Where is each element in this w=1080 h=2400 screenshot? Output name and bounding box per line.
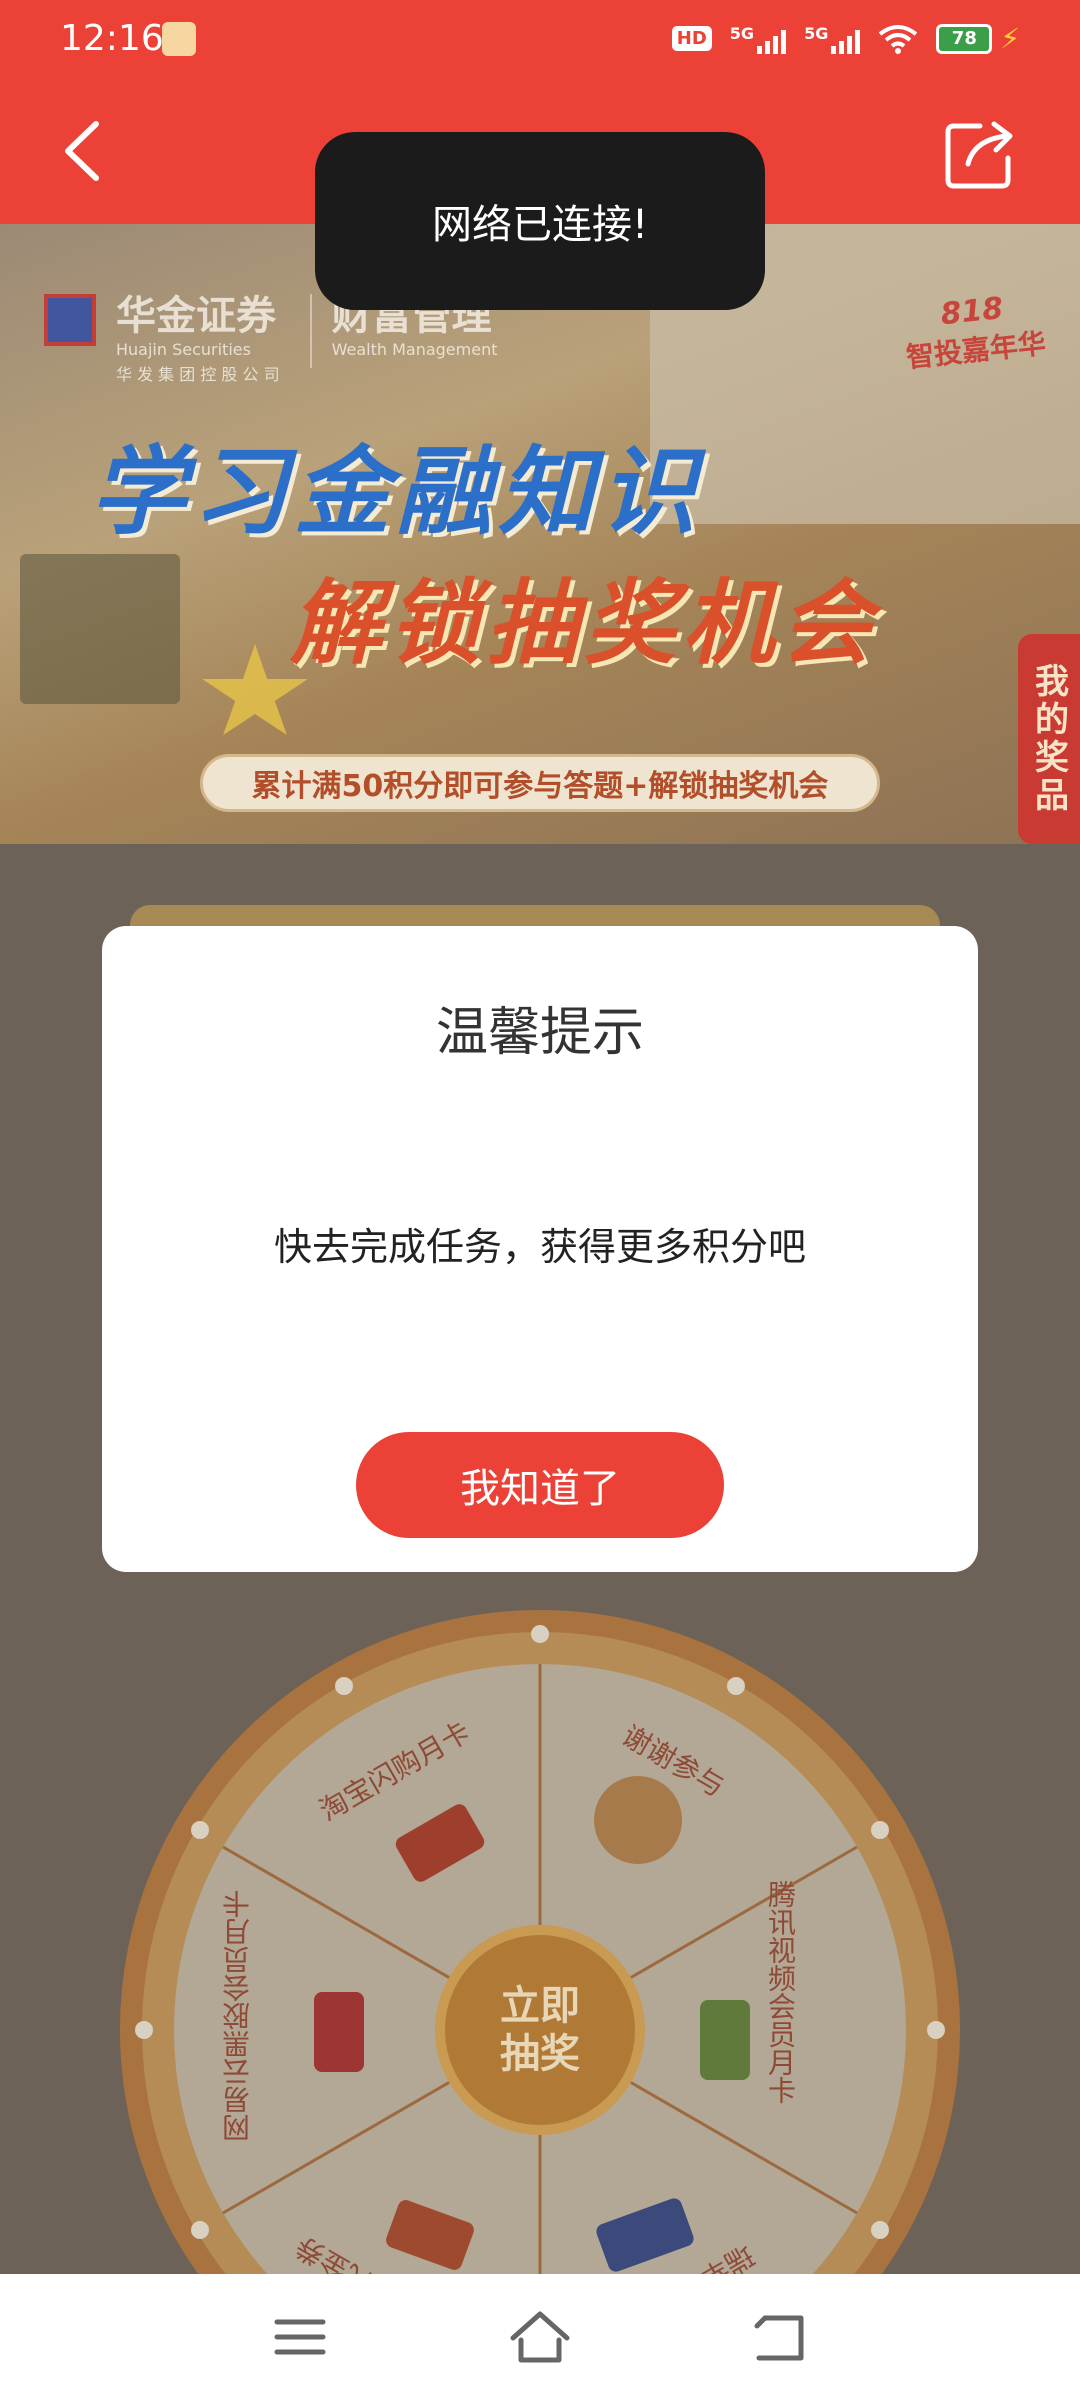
acknowledge-button[interactable]: 我知道了 bbox=[356, 1432, 724, 1538]
battery-level: 78 bbox=[936, 23, 993, 54]
prize-label: 网易云黑胶会员月卡 bbox=[221, 1890, 254, 2142]
network-toast: 网络已连接! bbox=[315, 132, 765, 310]
event-tag: 818 智投嘉年华 bbox=[904, 290, 1048, 375]
hd-voice-icon: HD bbox=[671, 26, 712, 51]
my-prizes-tab[interactable]: 我的奖品 bbox=[1018, 634, 1080, 844]
system-nav-bar bbox=[0, 2274, 1080, 2400]
battery-icon: 78 ⚡ bbox=[936, 22, 1020, 55]
status-bar: 12:16 HD 5G 5G 78 ⚡ bbox=[0, 0, 1080, 80]
home-icon[interactable] bbox=[505, 2304, 575, 2370]
share-icon[interactable] bbox=[940, 114, 1020, 194]
banner-board-illustration bbox=[20, 554, 180, 704]
wifi-icon bbox=[879, 24, 918, 54]
back-nav-icon[interactable] bbox=[745, 2304, 815, 2370]
menu-icon[interactable] bbox=[265, 2304, 335, 2370]
thanks-prize-icon bbox=[594, 1776, 682, 1864]
notification-app-icon bbox=[162, 22, 196, 56]
banner-subline: 累计满50积分即可参与答题+解锁抽奖机会 bbox=[200, 754, 880, 812]
signal-icon-sim1: 5G bbox=[730, 24, 787, 54]
tencent-prize-icon bbox=[700, 2000, 750, 2080]
charging-icon: ⚡ bbox=[1000, 22, 1020, 55]
tip-dialog: 温馨提示 快去完成任务，获得更多积分吧 我知道了 bbox=[102, 926, 978, 1572]
back-arrow-icon[interactable] bbox=[50, 116, 120, 186]
dialog-title: 温馨提示 bbox=[435, 1003, 644, 1063]
spin-button[interactable]: 立即 抽奖 bbox=[435, 1925, 645, 2135]
dialog-message: 快去完成任务，获得更多积分吧 bbox=[273, 1225, 806, 1269]
prize-label: 腾讯视频会员月卡 bbox=[764, 1880, 797, 2104]
status-time: 12:16 bbox=[60, 18, 164, 59]
headline-learn: 学习金融知识 bbox=[90, 436, 702, 548]
status-icons: HD 5G 5G 78 ⚡ bbox=[671, 22, 1020, 55]
brand-logo-icon bbox=[44, 294, 96, 346]
campaign-banner: 华金证券 Huajin Securities 华 发 集 团 控 股 公 司 财… bbox=[0, 224, 1080, 844]
netease-prize-icon bbox=[314, 1992, 364, 2072]
headline-unlock: 解锁抽奖机会 bbox=[290, 570, 879, 677]
signal-icon-sim2: 5G bbox=[804, 24, 861, 54]
